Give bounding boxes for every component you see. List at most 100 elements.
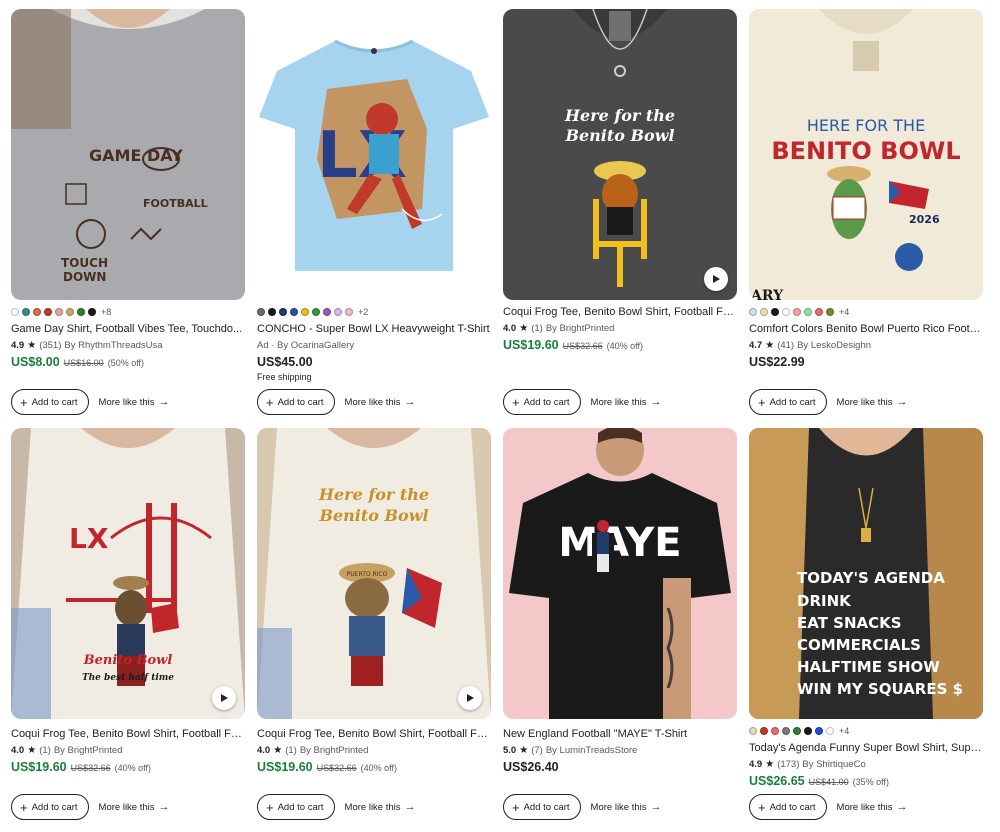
add-to-cart-button[interactable]: + Add to cart	[749, 389, 827, 415]
plus-icon: +	[20, 799, 28, 815]
product-title[interactable]: Today's Agenda Funny Super Bowl Shirt, S…	[749, 741, 983, 755]
product-image[interactable]: MAYE	[503, 428, 737, 719]
product-card[interactable]: Here for the Benito Bowl PUERTO RICO Coq…	[257, 428, 491, 776]
rating-value: 5.0	[503, 745, 517, 756]
color-swatch[interactable]	[804, 308, 812, 316]
color-swatch[interactable]	[11, 308, 19, 316]
color-swatch[interactable]	[782, 308, 790, 316]
price-row: US$19.60 US$32.66 (40% off)	[503, 337, 737, 354]
product-title[interactable]: Comfort Colors Benito Bowl Puerto Rico F…	[749, 322, 983, 336]
image-text: The best half time	[82, 673, 174, 683]
product-image[interactable]: LX Benito Bowl The best half time	[11, 428, 245, 719]
color-swatch[interactable]	[345, 308, 353, 316]
more-like-this-link[interactable]: More like this →	[837, 396, 908, 408]
color-swatch[interactable]	[66, 308, 74, 316]
color-swatch[interactable]	[826, 308, 834, 316]
color-swatch[interactable]	[301, 308, 309, 316]
product-title[interactable]: Coqui Frog Tee, Benito Bowl Shirt, Footb…	[257, 727, 491, 741]
seller-name[interactable]: By LeskoDesighn	[797, 339, 871, 352]
add-to-cart-button[interactable]: + Add to cart	[257, 794, 335, 820]
color-swatch[interactable]	[290, 308, 298, 316]
color-swatch[interactable]	[323, 308, 331, 316]
color-swatches: +2	[257, 306, 491, 318]
color-swatch[interactable]	[760, 727, 768, 735]
color-swatch[interactable]	[815, 727, 823, 735]
product-card[interactable]: TODAY'S AGENDA DRINK EAT SNACKS COMMERCI…	[749, 428, 983, 790]
color-swatch[interactable]	[77, 308, 85, 316]
more-colors-count: +2	[358, 307, 369, 317]
discount-percent: (40% off)	[114, 763, 151, 773]
product-image[interactable]: TODAY'S AGENDA DRINK EAT SNACKS COMMERCI…	[749, 428, 983, 719]
seller-name[interactable]: By BrightPrinted	[546, 322, 615, 335]
product-image[interactable]: HERE FOR THE BENITO BOWL 2026 ARY	[749, 9, 983, 300]
product-title[interactable]: CONCHO - Super Bowl LX Heavyweight T-Shi…	[257, 322, 491, 336]
color-swatch[interactable]	[760, 308, 768, 316]
color-swatch[interactable]	[771, 308, 779, 316]
plus-icon: +	[758, 394, 766, 410]
current-price: US$26.40	[503, 760, 559, 774]
product-card[interactable]: Here for the Benito Bowl Coqui Frog Tee,…	[503, 9, 737, 354]
color-swatch[interactable]	[782, 727, 790, 735]
color-swatch[interactable]	[44, 308, 52, 316]
color-swatch[interactable]	[793, 727, 801, 735]
color-swatch[interactable]	[771, 727, 779, 735]
more-like-this-link[interactable]: More like this →	[99, 801, 170, 813]
product-image[interactable]: LX	[257, 9, 491, 300]
more-like-this-link[interactable]: More like this →	[99, 396, 170, 408]
more-colors-count: +4	[839, 726, 850, 736]
seller-name[interactable]: By RhythmThreadsUsa	[64, 339, 162, 352]
arrow-right-icon: →	[650, 396, 662, 408]
product-card[interactable]: LX +2 CONCHO - Super Bowl LX Heavyweight…	[257, 9, 491, 382]
product-image[interactable]: GAME DAY FOOTBALL TOUCH DOWN	[11, 9, 245, 300]
color-swatch[interactable]	[826, 727, 834, 735]
add-to-cart-button[interactable]: + Add to cart	[503, 794, 581, 820]
more-like-this-link[interactable]: More like this →	[345, 396, 416, 408]
add-to-cart-button[interactable]: + Add to cart	[257, 389, 335, 415]
color-swatch[interactable]	[793, 308, 801, 316]
color-swatch[interactable]	[279, 308, 287, 316]
color-swatch[interactable]	[88, 308, 96, 316]
more-like-this-link[interactable]: More like this →	[591, 801, 662, 813]
color-swatch[interactable]	[749, 727, 757, 735]
color-swatch[interactable]	[33, 308, 41, 316]
seller-name[interactable]: By ShirtiqueCo	[802, 758, 865, 771]
product-card[interactable]: HERE FOR THE BENITO BOWL 2026 ARY +4 Com…	[749, 9, 983, 370]
play-icon	[713, 275, 720, 283]
more-like-this-link[interactable]: More like this →	[591, 396, 662, 408]
color-swatch[interactable]	[804, 727, 812, 735]
seller-name[interactable]: By BrightPrinted	[300, 744, 369, 757]
play-video-button[interactable]	[212, 686, 236, 710]
product-title[interactable]: Coqui Frog Tee, Benito Bowl Shirt, Footb…	[503, 305, 737, 319]
color-swatch[interactable]	[312, 308, 320, 316]
color-swatch[interactable]	[268, 308, 276, 316]
add-to-cart-button[interactable]: + Add to cart	[503, 389, 581, 415]
color-swatch[interactable]	[815, 308, 823, 316]
review-count: (351)	[39, 340, 62, 351]
more-colors-count: +8	[101, 307, 112, 317]
product-title[interactable]: New England Football "MAYE" T-Shirt	[503, 727, 737, 741]
color-swatch[interactable]	[22, 308, 30, 316]
product-card[interactable]: GAME DAY FOOTBALL TOUCH DOWN +8 Game Day…	[11, 9, 245, 371]
add-to-cart-button[interactable]: + Add to cart	[749, 794, 827, 820]
play-video-button[interactable]	[458, 686, 482, 710]
product-card[interactable]: MAYE New England Football "MAYE" T-Shirt…	[503, 428, 737, 775]
product-image[interactable]: Here for the Benito Bowl PUERTO RICO	[257, 428, 491, 719]
add-to-cart-button[interactable]: + Add to cart	[11, 794, 89, 820]
product-image[interactable]: Here for the Benito Bowl	[503, 9, 737, 300]
color-swatch[interactable]	[257, 308, 265, 316]
original-price: US$32.66	[70, 763, 111, 773]
color-swatch[interactable]	[55, 308, 63, 316]
more-like-this-label: More like this	[98, 396, 155, 408]
more-like-this-link[interactable]: More like this →	[345, 801, 416, 813]
color-swatch[interactable]	[749, 308, 757, 316]
add-to-cart-button[interactable]: + Add to cart	[11, 389, 89, 415]
color-swatch[interactable]	[334, 308, 342, 316]
more-like-this-link[interactable]: More like this →	[837, 801, 908, 813]
seller-name[interactable]: By BrightPrinted	[54, 744, 123, 757]
ad-seller[interactable]: Ad · By OcarinaGallery	[257, 339, 354, 352]
seller-name[interactable]: By LuminTreadsStore	[546, 744, 638, 757]
product-title[interactable]: Coqui Frog Tee, Benito Bowl Shirt, Footb…	[11, 727, 245, 741]
product-card[interactable]: LX Benito Bowl The best half time Coqui …	[11, 428, 245, 776]
product-title[interactable]: Game Day Shirt, Football Vibes Tee, Touc…	[11, 322, 245, 336]
play-video-button[interactable]	[704, 267, 728, 291]
